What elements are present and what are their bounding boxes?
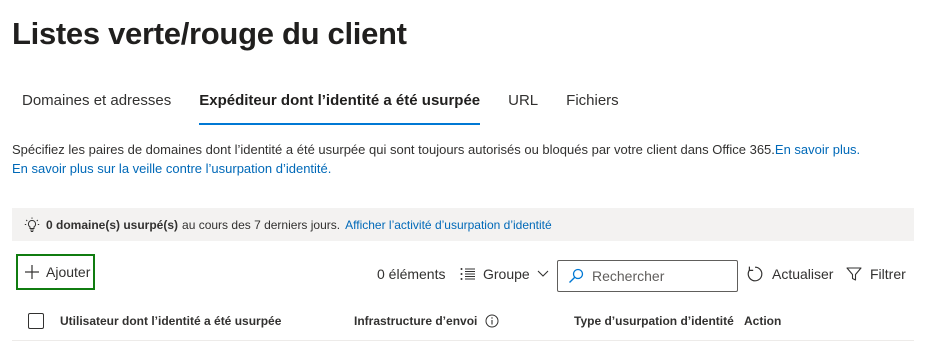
view-spoof-activity-link[interactable]: Afficher l’activité d’usurpation d’ident…: [345, 218, 552, 232]
refresh-icon: [747, 266, 763, 282]
infobar-text: au cours des 7 derniers jours.: [182, 217, 341, 232]
tab-files[interactable]: Fichiers: [556, 84, 629, 126]
search-icon: [569, 268, 584, 283]
add-button-label: Ajouter: [46, 264, 91, 280]
refresh-button[interactable]: Actualiser: [746, 260, 833, 288]
select-all-checkbox[interactable]: [28, 313, 44, 329]
list-group-icon: [460, 268, 475, 280]
group-label: Groupe: [483, 266, 530, 282]
spoofed-domain-count: 0 domaine(s) usurpé(s): [46, 217, 179, 232]
column-header-spoof-type[interactable]: Type d’usurpation d’identité: [574, 314, 734, 328]
tab-bar: Domaines et adresses Expéditeur dont l’i…: [12, 84, 637, 126]
tab-spoofed-senders[interactable]: Expéditeur dont l’identité a été usurpée: [189, 84, 490, 126]
group-by-button[interactable]: Groupe: [460, 260, 556, 288]
spoof-intel-link[interactable]: En savoir plus sur la veille contre l’us…: [12, 161, 331, 176]
plus-icon: [25, 265, 39, 279]
info-icon[interactable]: [485, 314, 499, 328]
chevron-down-icon: [537, 270, 549, 277]
filter-button[interactable]: Filtrer: [846, 260, 906, 288]
sending-infrastructure-label: Infrastructure d’envoi: [354, 314, 478, 328]
item-count: 0 éléments: [377, 266, 446, 282]
lightbulb-icon: [24, 217, 40, 232]
learn-more-link[interactable]: En savoir plus.: [775, 142, 860, 157]
column-header-spoofed-user[interactable]: Utilisateur dont l’identité a été usurpé…: [60, 314, 281, 328]
filter-icon: [846, 267, 862, 281]
column-header-action[interactable]: Action: [744, 314, 781, 328]
refresh-label: Actualiser: [772, 266, 834, 282]
page-title: Listes verte/rouge du client: [12, 16, 407, 51]
search-input[interactable]: [592, 268, 727, 284]
tab-url[interactable]: URL: [498, 84, 548, 126]
column-header-sending-infrastructure[interactable]: Infrastructure d’envoi: [354, 314, 499, 328]
spoof-activity-infobar: 0 domaine(s) usurpé(s) au cours des 7 de…: [12, 208, 914, 241]
table-header: Utilisateur dont l’identité a été usurpé…: [12, 301, 914, 341]
tab-domains-addresses[interactable]: Domaines et adresses: [12, 84, 181, 126]
filter-label: Filtrer: [870, 266, 906, 282]
page-description: Spécifiez les paires de domaines dont l’…: [12, 140, 912, 178]
description-text: Spécifiez les paires de domaines dont l’…: [12, 142, 775, 157]
search-box[interactable]: [557, 260, 738, 292]
add-button[interactable]: Ajouter: [16, 254, 95, 290]
